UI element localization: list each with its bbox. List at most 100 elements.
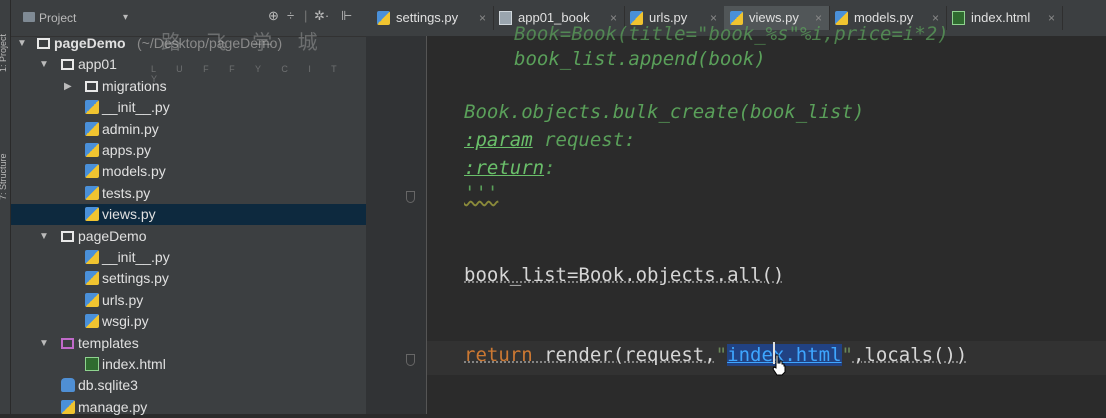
tab-label: settings.py — [396, 10, 459, 25]
tree-item-label: templates — [78, 334, 139, 351]
code-line: Book=Book(title="book_%s"%i,price=i*2) — [514, 23, 949, 45]
folder-icon — [61, 230, 74, 242]
python-file-icon — [85, 314, 99, 329]
collapse-arrow-icon[interactable]: ▼ — [39, 54, 49, 75]
folder-icon — [37, 38, 50, 49]
tree-item-settings-py[interactable]: settings.py — [11, 268, 366, 289]
tree-item-label: manage.py — [78, 398, 148, 415]
string-quote: " — [715, 344, 728, 366]
code-editor[interactable]: Book=Book(title="book_%s"%i,price=i*2) b… — [366, 23, 1106, 414]
tree-item-apps-py[interactable]: apps.py — [11, 140, 366, 161]
view-dropdown-icon[interactable]: ▾ — [123, 12, 128, 23]
tree-item-label: settings.py — [102, 270, 169, 287]
code-line: :param request: — [464, 129, 636, 151]
header-divider: | — [304, 8, 308, 23]
folder-icon — [85, 80, 98, 92]
python-file-icon — [85, 292, 99, 307]
code-line: book_list.append(book) — [514, 48, 766, 70]
html-file-icon — [952, 11, 965, 25]
text-caret — [773, 342, 775, 364]
tree-item-label: views.py — [102, 206, 156, 223]
python-file-icon — [85, 100, 99, 115]
tree-item-label: models.py — [102, 163, 166, 180]
collapse-arrow-icon[interactable]: ▼ — [39, 226, 49, 247]
tree-item-label: __init__.py — [102, 249, 170, 265]
tree-item-label: urls.py — [102, 291, 144, 308]
editor-gutter — [366, 36, 427, 414]
tree-item-label: app01 — [78, 56, 117, 73]
tree-item-db-sqlite3[interactable]: db.sqlite3 — [11, 375, 366, 396]
watermark-logo-subtext: L U F F Y C I T Y — [151, 64, 346, 84]
close-tab-icon[interactable]: × — [1048, 6, 1055, 30]
tree-item-label: index.html — [102, 356, 166, 372]
locate-file-icon[interactable]: ⊕ — [268, 8, 279, 24]
docstring-param-tag: :param — [464, 129, 533, 151]
collapse-arrow-icon[interactable]: ▼ — [17, 33, 27, 54]
collapse-all-icon[interactable]: ÷ — [287, 8, 294, 23]
tree-item-admin-py[interactable]: admin.py — [11, 119, 366, 140]
hide-panel-icon[interactable]: ⊩ — [341, 8, 352, 24]
python-file-icon — [85, 121, 99, 136]
collapse-arrow-icon[interactable]: ▼ — [39, 333, 49, 354]
tree-item-wsgi-py[interactable]: wsgi.py — [11, 311, 366, 332]
code-line: book_list=Book.objects.all() — [464, 264, 785, 286]
tree-item-views-py[interactable]: views.py — [11, 204, 366, 226]
fold-marker-icon[interactable] — [406, 191, 415, 203]
python-file-icon — [85, 271, 99, 286]
watermark-logo-text: 路 飞 学 城 — [161, 32, 328, 54]
locals-call: ,locals()) — [852, 344, 968, 366]
editor-tab-index-html[interactable]: index.html × — [946, 6, 1063, 30]
docstring-return-text: : — [544, 157, 556, 179]
tree-item-tests-py[interactable]: tests.py — [11, 183, 366, 204]
python-file-icon — [61, 399, 75, 414]
tree-item-label: tests.py — [102, 184, 151, 201]
tree-item-label: pageDemo — [78, 227, 147, 244]
fold-marker-icon[interactable] — [406, 354, 415, 366]
expand-arrow-icon[interactable]: ▶ — [64, 76, 72, 97]
python-file-icon — [85, 250, 99, 264]
python-file-icon — [85, 185, 99, 200]
project-view-selector[interactable]: Project — [39, 11, 76, 25]
templates-folder-icon — [61, 337, 74, 349]
code-line: return render(request,"index.html",local… — [464, 344, 967, 366]
python-file-icon — [377, 11, 390, 25]
tree-item-label: __init__.py — [102, 99, 170, 116]
editor-tab-settings-py[interactable]: settings.py × — [371, 6, 494, 30]
tree-item-label: pageDemo — [54, 35, 126, 51]
gear-icon[interactable]: ✲· — [314, 8, 329, 24]
tree-item-urls-py[interactable]: urls.py — [11, 290, 366, 311]
code-line: :return: — [464, 157, 556, 179]
tree-item-init-py[interactable]: __init__.py — [11, 247, 366, 268]
database-icon — [61, 378, 75, 393]
return-keyword: return — [464, 344, 533, 366]
python-file-icon — [85, 207, 99, 222]
tree-item-models-py[interactable]: models.py — [11, 161, 366, 182]
project-tool-tab[interactable]: 1: Project — [0, 34, 8, 72]
tree-item-templates[interactable]: ▼ templates — [11, 333, 366, 354]
tree-item-label: apps.py — [102, 142, 152, 158]
tree-item-index-html[interactable]: index.html — [11, 354, 366, 375]
docstring-return-tag: :return — [464, 157, 545, 179]
tree-item-init-py[interactable]: __init__.py — [11, 97, 366, 118]
python-file-icon — [85, 164, 99, 179]
tree-item-manage-py[interactable]: manage.py — [11, 397, 366, 418]
tool-window-strip: 1: Project 7: Structure — [0, 0, 11, 414]
html-file-icon — [85, 357, 99, 371]
tab-label: index.html — [971, 10, 1031, 25]
structure-tool-tab[interactable]: 7: Structure — [0, 153, 8, 200]
tree-item-label: wsgi.py — [102, 313, 149, 330]
folder-icon — [61, 59, 74, 71]
render-call: render(request, — [532, 344, 716, 366]
close-tab-icon[interactable]: × — [479, 6, 486, 30]
string-quote: " — [841, 344, 853, 366]
code-line: Book.objects.bulk_create(book_list) — [464, 101, 865, 123]
tree-item-label: db.sqlite3 — [78, 377, 138, 394]
tree-item-pagedemo[interactable]: ▼ pageDemo — [11, 226, 366, 247]
code-line: ''' — [464, 182, 499, 204]
tree-item-label: admin.py — [102, 120, 159, 137]
table-icon — [499, 11, 512, 25]
project-panel: Project ▾ ⊕ ÷ | ✲· ⊩ ▼ pageDemo (~/Desktop… — [11, 0, 366, 415]
docstring-param-text: request: — [532, 129, 636, 151]
project-folder-icon — [23, 12, 35, 22]
python-file-icon — [85, 143, 99, 157]
